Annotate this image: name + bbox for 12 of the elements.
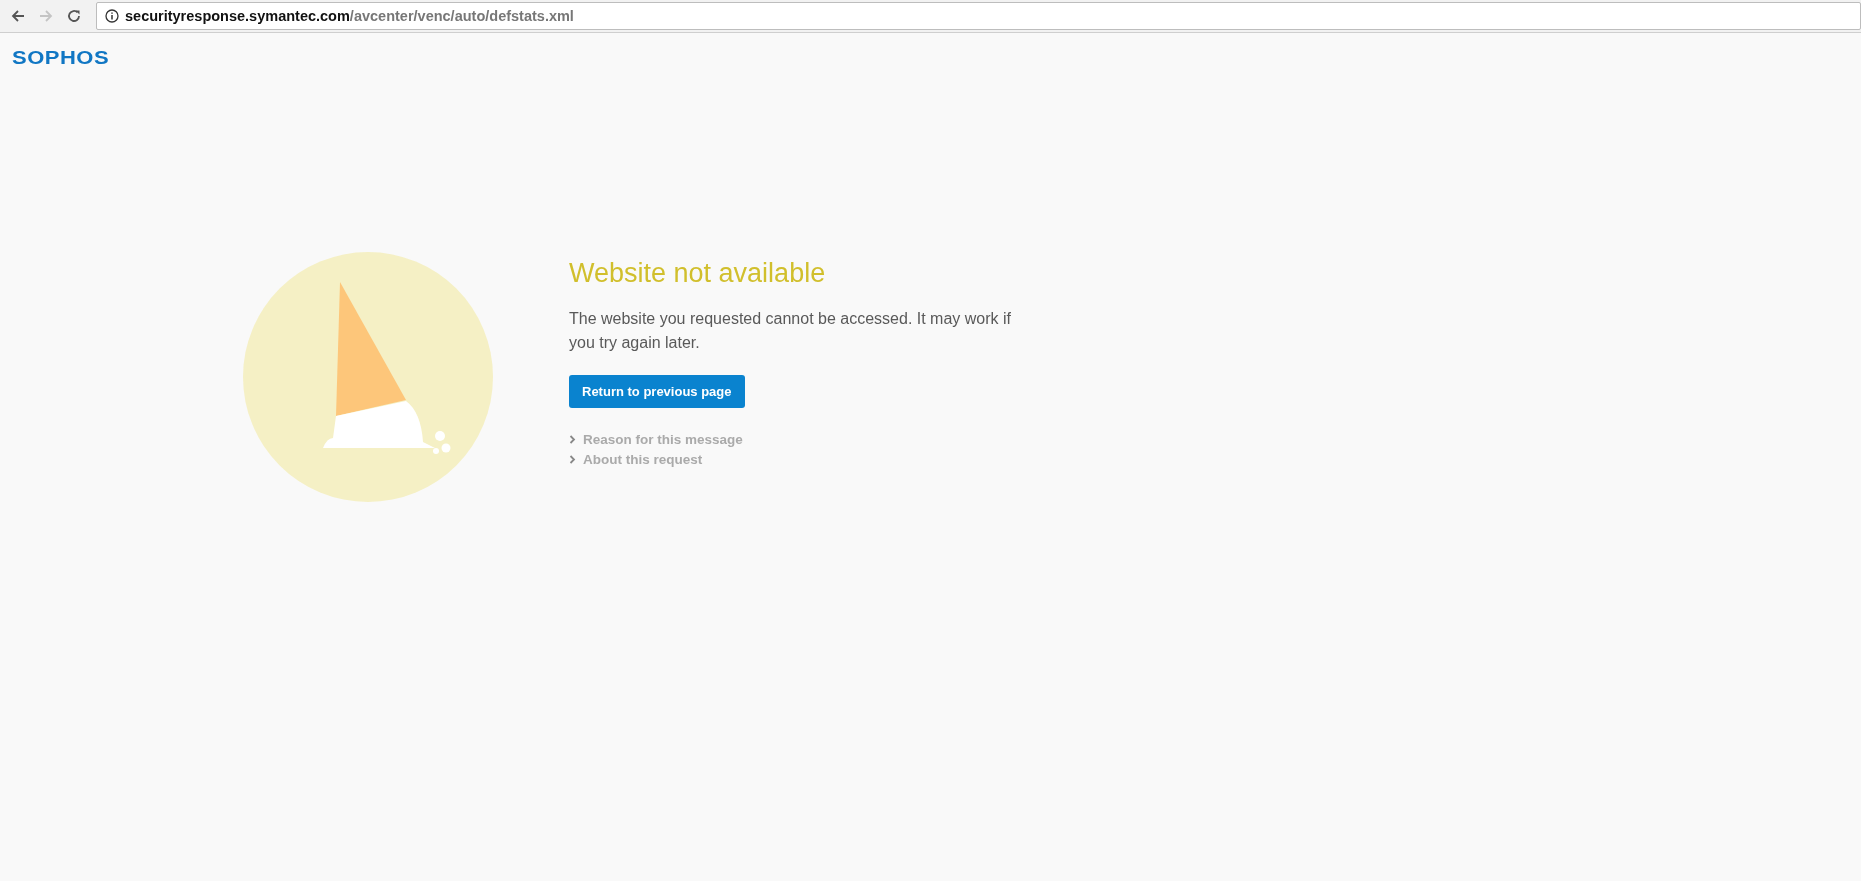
address-bar[interactable]: securityresponse.symantec.com/avcenter/venc/auto/defstats.xml — [96, 2, 1861, 30]
back-icon[interactable] — [10, 8, 26, 24]
details-link[interactable]: About this request — [583, 452, 703, 467]
return-button[interactable]: Return to previous page — [569, 375, 745, 408]
info-icon — [105, 9, 119, 23]
url-path: /avcenter/venc/auto/defstats.xml — [349, 8, 574, 24]
url-host: securityresponse.symantec.com — [125, 8, 350, 24]
error-title: Website not available — [569, 258, 827, 289]
logo: SOPHOS — [12, 46, 110, 70]
reload-icon[interactable] — [66, 8, 82, 24]
error-message: The website you requested cannot be accessed. It may work if you try again later. — [569, 309, 1012, 353]
details-link[interactable]: Reason for this message — [583, 432, 743, 447]
